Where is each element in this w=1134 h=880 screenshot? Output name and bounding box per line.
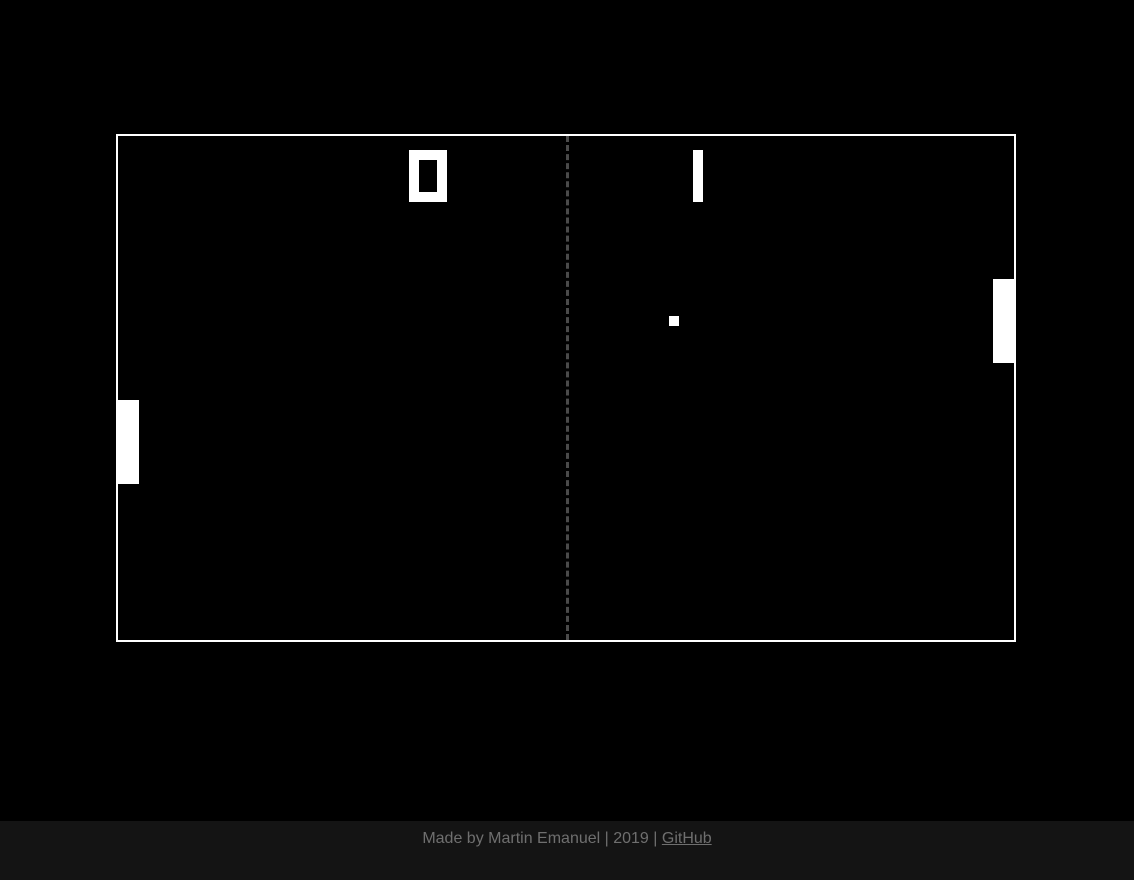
center-net-line xyxy=(566,136,569,640)
footer-credit: Made by Martin Emanuel | 2019 | GitHub xyxy=(422,829,711,849)
left-player-score: 0 xyxy=(409,150,447,202)
ball xyxy=(669,316,679,326)
right-player-score: 1 xyxy=(679,150,717,202)
score-digit-segment xyxy=(409,150,419,202)
right-paddle xyxy=(993,279,1014,363)
github-link[interactable]: GitHub xyxy=(662,830,712,847)
footer: Made by Martin Emanuel | 2019 | GitHub xyxy=(0,821,1134,880)
left-paddle[interactable] xyxy=(118,400,139,484)
score-digit-segment xyxy=(693,150,703,202)
score-digit-glyph: 0 xyxy=(409,150,447,202)
score-digit-glyph: 1 xyxy=(693,150,703,202)
game-court[interactable]: 0 1 xyxy=(116,134,1016,642)
score-digit-segment xyxy=(437,150,447,202)
pong-page: 0 1 Made by Martin Emanuel | 2019 | GitH… xyxy=(0,0,1134,880)
footer-credit-text: Made by Martin Emanuel | 2019 | xyxy=(422,830,662,847)
